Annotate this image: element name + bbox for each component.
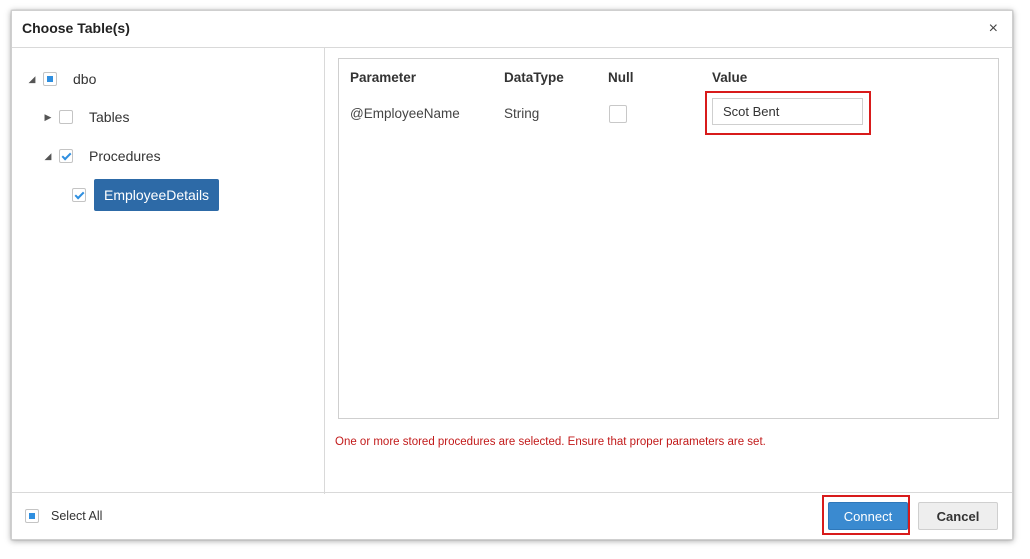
header-datatype: DataType bbox=[504, 70, 564, 85]
tree-node-tables[interactable]: ▶ Tables bbox=[43, 105, 130, 129]
expanded-arrow-icon[interactable]: ◢ bbox=[27, 74, 37, 84]
choose-tables-dialog: Choose Table(s) × ◢ dbo ▶ Tables ◢ Proce… bbox=[11, 10, 1013, 540]
employeedetails-checkbox[interactable] bbox=[72, 188, 86, 202]
close-icon[interactable]: × bbox=[989, 19, 998, 39]
dialog-title: Choose Table(s) bbox=[22, 20, 130, 36]
select-all[interactable]: Select All bbox=[25, 509, 102, 523]
tree-node-procedures[interactable]: ◢ Procedures bbox=[43, 144, 161, 168]
tree-node-label: Tables bbox=[89, 109, 130, 125]
param-null-checkbox[interactable] bbox=[609, 105, 627, 123]
header-parameter: Parameter bbox=[350, 70, 417, 85]
param-name-cell: @EmployeeName bbox=[350, 106, 460, 121]
dbo-checkbox[interactable] bbox=[43, 72, 57, 86]
tables-checkbox[interactable] bbox=[59, 110, 73, 124]
param-value-input[interactable] bbox=[712, 98, 863, 125]
expanded-arrow-icon[interactable]: ◢ bbox=[43, 151, 53, 161]
parameters-panel: Parameter DataType Null Value @EmployeeN… bbox=[338, 58, 999, 419]
param-datatype-cell: String bbox=[504, 106, 540, 121]
cancel-button[interactable]: Cancel bbox=[918, 502, 998, 530]
schema-tree: ◢ dbo ▶ Tables ◢ Procedures EmployeeDeta… bbox=[12, 48, 325, 494]
warning-message: One or more stored procedures are select… bbox=[335, 436, 766, 448]
procedures-checkbox[interactable] bbox=[59, 149, 73, 163]
collapsed-arrow-icon[interactable]: ▶ bbox=[43, 112, 53, 122]
header-null: Null bbox=[608, 70, 634, 85]
select-all-label: Select All bbox=[51, 509, 103, 523]
tree-node-dbo[interactable]: ◢ dbo bbox=[27, 67, 97, 91]
select-all-checkbox[interactable] bbox=[25, 509, 39, 523]
tree-node-selected-label[interactable]: EmployeeDetails bbox=[94, 179, 220, 211]
tree-node-label: dbo bbox=[73, 71, 97, 87]
tree-node-employeedetails[interactable]: EmployeeDetails bbox=[72, 179, 220, 211]
dialog-footer: Select All Connect Cancel bbox=[12, 492, 1012, 539]
connect-button[interactable]: Connect bbox=[828, 502, 908, 530]
dialog-header: Choose Table(s) × bbox=[12, 11, 1012, 48]
tree-node-label: Procedures bbox=[89, 148, 161, 164]
header-value: Value bbox=[712, 70, 748, 85]
